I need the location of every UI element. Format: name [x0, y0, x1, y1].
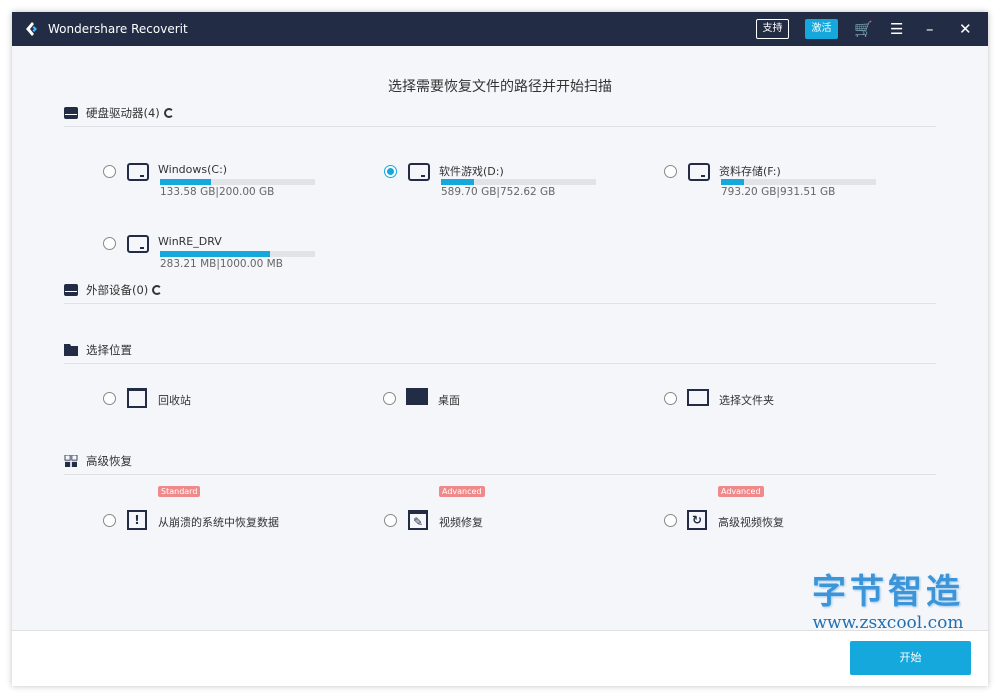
- drive-usage-bar: [721, 179, 876, 185]
- drive-icon: [127, 163, 149, 181]
- drive-usage-bar: [160, 251, 315, 257]
- advanced-label: 高级视频恢复: [718, 516, 784, 529]
- app-logo-icon: [26, 22, 37, 36]
- section-title: 选择位置: [86, 343, 132, 357]
- start-button[interactable]: 开始: [850, 641, 971, 675]
- page-title: 选择需要恢复文件的路径并开始扫描: [388, 79, 612, 95]
- drive-size: 793.20 GB|931.51 GB: [721, 186, 836, 198]
- recycle-bin-icon: [127, 388, 147, 408]
- location-label: 回收站: [158, 394, 191, 407]
- cart-icon[interactable]: 🛒: [854, 19, 873, 39]
- app-title: Wondershare Recoverit: [48, 22, 188, 36]
- crashed-computer-icon: !: [127, 510, 147, 530]
- section-title: 硬盘驱动器(4): [86, 106, 160, 120]
- drive-radio[interactable]: [664, 165, 677, 178]
- drive-name: WinRE_DRV: [158, 235, 222, 248]
- support-button[interactable]: 支持: [756, 19, 789, 39]
- drive-icon: [688, 163, 710, 181]
- footer: 开始: [12, 630, 988, 686]
- section-title: 高级恢复: [86, 454, 132, 468]
- drive-radio[interactable]: [103, 237, 116, 250]
- refresh-icon[interactable]: [163, 108, 174, 118]
- drive-size: 283.21 MB|1000.00 MB: [160, 258, 283, 270]
- drive-size: 589.70 GB|752.62 GB: [441, 186, 556, 198]
- video-recovery-icon: ↻: [687, 510, 707, 530]
- advanced-label: 视频修复: [439, 516, 483, 529]
- external-drive-icon: [64, 284, 78, 296]
- location-label: 桌面: [438, 394, 460, 407]
- radio[interactable]: [664, 514, 677, 527]
- badge: Standard: [158, 486, 201, 497]
- watermark: 字节智造 www.zsxcool.com: [812, 564, 964, 633]
- badge: Advanced: [718, 486, 764, 497]
- app-window: Wondershare Recoverit 支持 激活 🛒 ☰ – ✕ 选择需要…: [12, 12, 988, 686]
- drive-icon: [408, 163, 430, 181]
- section-hard-drives: 硬盘驱动器(4): [64, 105, 936, 127]
- hard-drive-icon: [64, 107, 78, 119]
- close-icon[interactable]: ✕: [959, 19, 972, 39]
- drive-usage-bar: [160, 179, 315, 185]
- drive-name: 软件游戏(D:): [439, 165, 504, 178]
- title-bar: Wondershare Recoverit 支持 激活 🛒 ☰ – ✕: [12, 12, 988, 46]
- monitor-icon: [406, 388, 428, 405]
- refresh-icon[interactable]: [152, 285, 163, 295]
- drive-icon: [127, 235, 149, 253]
- radio[interactable]: [103, 392, 116, 405]
- section-advanced: 高级恢复: [64, 453, 936, 475]
- section-locations: 选择位置: [64, 342, 936, 364]
- folder-icon: [687, 389, 709, 406]
- video-repair-icon: ✎: [408, 510, 428, 530]
- section-external: 外部设备(0): [64, 282, 936, 304]
- badge: Advanced: [439, 486, 485, 497]
- folder-icon: [64, 344, 78, 356]
- section-title: 外部设备(0): [86, 283, 149, 297]
- radio[interactable]: [384, 514, 397, 527]
- minimize-icon[interactable]: –: [926, 19, 934, 39]
- activate-button[interactable]: 激活: [805, 19, 838, 39]
- menu-icon[interactable]: ☰: [890, 19, 903, 39]
- drive-name: Windows(C:): [158, 163, 228, 176]
- drive-radio[interactable]: [103, 165, 116, 178]
- location-label: 选择文件夹: [719, 394, 774, 407]
- radio[interactable]: [383, 392, 396, 405]
- advanced-label: 从崩溃的系统中恢复数据: [158, 516, 279, 529]
- watermark-title: 字节智造: [812, 572, 964, 612]
- drive-radio[interactable]: [384, 165, 397, 178]
- radio[interactable]: [664, 392, 677, 405]
- drive-size: 133.58 GB|200.00 GB: [160, 186, 275, 198]
- grid-icon: [64, 455, 78, 467]
- drive-usage-bar: [441, 179, 596, 185]
- drive-name: 资料存储(F:): [719, 165, 781, 178]
- radio[interactable]: [103, 514, 116, 527]
